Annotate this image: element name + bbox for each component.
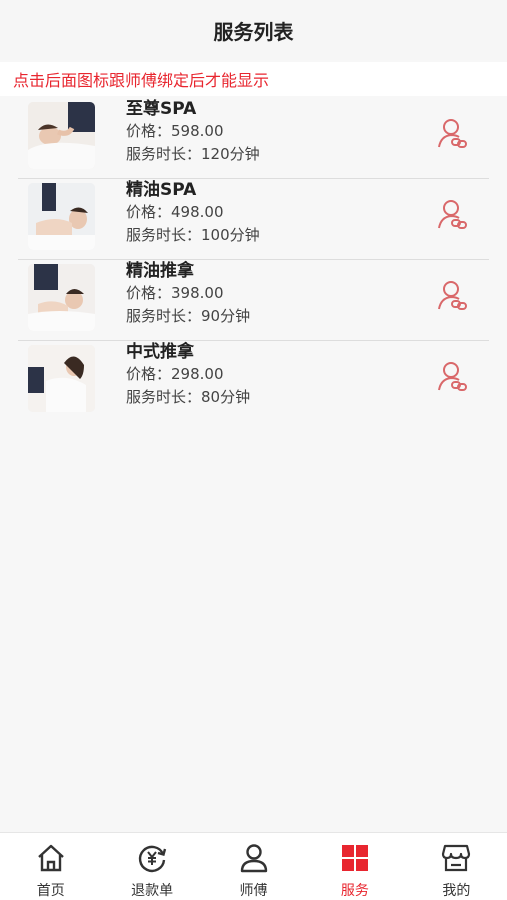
tab-label: 师傅 — [239, 883, 268, 899]
service-name: 精油SPA — [126, 180, 197, 200]
home-icon — [34, 841, 68, 874]
service-list: 至尊SPA 价格：598.00 服务时长：120分钟 精油SPA 价格：498.… — [0, 98, 507, 422]
service-duration: 服务时长：90分钟 — [126, 307, 251, 325]
service-name: 中式推拿 — [126, 342, 194, 362]
bind-user-link-icon — [438, 200, 467, 229]
bind-user-link-icon — [438, 281, 467, 310]
bind-master-button[interactable] — [435, 116, 471, 152]
user-icon — [237, 841, 271, 874]
bind-user-link-icon — [438, 119, 467, 148]
bind-master-button[interactable] — [435, 197, 471, 233]
service-thumbnail — [28, 102, 95, 169]
tab-label: 首页 — [36, 883, 65, 899]
service-name: 至尊SPA — [126, 99, 197, 119]
service-duration: 服务时长：100分钟 — [126, 226, 260, 244]
service-item[interactable]: 精油推拿 价格：398.00 服务时长：90分钟 — [18, 260, 489, 341]
service-info: 精油SPA 价格：498.00 服务时长：100分钟 — [126, 179, 260, 247]
refund-icon — [135, 841, 169, 874]
bind-master-button[interactable] — [435, 278, 471, 314]
service-thumbnail — [28, 183, 95, 250]
notice-text: 点击后面图标跟师傅绑定后才能显示 — [13, 71, 270, 90]
service-thumbnail — [28, 264, 95, 331]
page-title: 服务列表 — [213, 19, 294, 44]
bind-user-link-icon — [438, 362, 467, 391]
service-duration: 服务时长：120分钟 — [126, 145, 260, 163]
store-icon — [439, 841, 473, 874]
tab-label: 服务 — [340, 883, 369, 899]
service-info: 至尊SPA 价格：598.00 服务时长：120分钟 — [126, 98, 260, 166]
app-screen: 服务列表 点击后面图标跟师傅绑定后才能显示 至尊SPA 价格：598.00 服务… — [0, 0, 507, 900]
tab-label: 退款单 — [131, 883, 174, 899]
service-duration: 服务时长：80分钟 — [126, 388, 251, 406]
service-item[interactable]: 精油SPA 价格：498.00 服务时长：100分钟 — [18, 179, 489, 260]
service-price: 价格：298.00 — [126, 365, 224, 383]
service-price: 价格：498.00 — [126, 203, 224, 221]
tab-mine[interactable]: 我的 — [406, 833, 507, 900]
service-item[interactable]: 中式推拿 价格：298.00 服务时长：80分钟 — [18, 341, 489, 422]
grid-icon — [338, 841, 372, 874]
tab-label: 我的 — [442, 883, 471, 899]
service-info: 中式推拿 价格：298.00 服务时长：80分钟 — [126, 341, 250, 409]
service-thumbnail — [28, 345, 95, 412]
bind-master-button[interactable] — [435, 359, 471, 395]
header: 服务列表 — [0, 0, 507, 60]
tab-service[interactable]: 服务 — [304, 833, 405, 900]
tab-refund[interactable]: 退款单 — [101, 833, 202, 900]
service-price: 价格：598.00 — [126, 122, 224, 140]
service-price: 价格：398.00 — [126, 284, 224, 302]
tab-home[interactable]: 首页 — [0, 833, 101, 900]
service-name: 精油推拿 — [126, 261, 194, 281]
notice-banner: 点击后面图标跟师傅绑定后才能显示 — [0, 62, 507, 96]
bottom-tab-bar: 首页 退款单 师傅 服务 我的 — [0, 832, 507, 900]
tab-master[interactable]: 师傅 — [203, 833, 304, 900]
service-info: 精油推拿 价格：398.00 服务时长：90分钟 — [126, 260, 250, 328]
service-item[interactable]: 至尊SPA 价格：598.00 服务时长：120分钟 — [18, 98, 489, 179]
